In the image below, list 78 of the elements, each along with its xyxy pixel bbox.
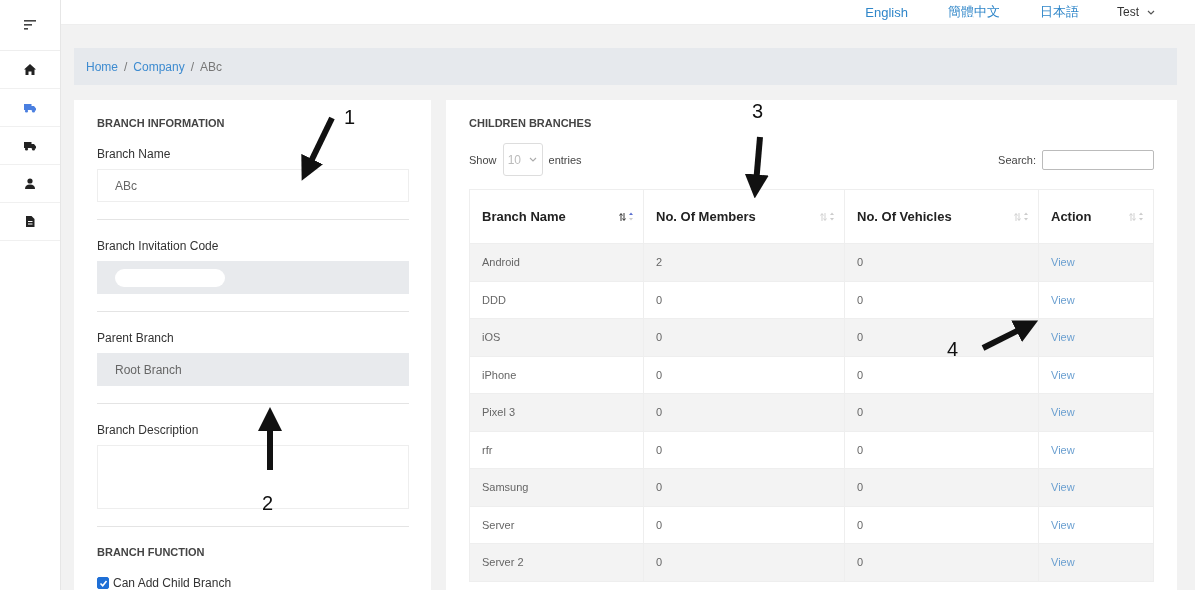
field-label: Branch Name [97, 147, 172, 161]
section-heading: CHILDREN BRANCHES [469, 117, 593, 129]
view-link[interactable]: View [1051, 518, 1075, 531]
table-cell: 0 [844, 506, 1039, 544]
callout-number: 2 [262, 492, 274, 515]
view-link[interactable]: View [1051, 443, 1075, 456]
table-cell: Server 2 [469, 543, 644, 581]
table-cell: DDD [469, 281, 644, 319]
field-label: Branch Description [97, 423, 200, 437]
table-cell: 0 [844, 468, 1039, 506]
language-link[interactable]: 簡體中文 [948, 3, 1000, 21]
column-header[interactable]: No. Of Vehicles [844, 189, 1039, 244]
language-link[interactable]: 日本語 [1040, 3, 1079, 21]
breadcrumb-link[interactable]: Home [86, 59, 118, 74]
view-link[interactable]: View [1051, 406, 1075, 419]
breadcrumb-link[interactable]: Company [133, 59, 185, 74]
view-link[interactable]: View [1051, 293, 1075, 306]
table-cell: 0 [643, 506, 845, 544]
truck-icon [24, 102, 36, 113]
table-cell: iPhone [469, 356, 644, 394]
document-icon [24, 216, 36, 227]
callout-number: 1 [344, 106, 356, 129]
table-cell: 2 [643, 243, 845, 281]
column-header[interactable]: Branch Name [469, 189, 644, 244]
table-cell: 0 [844, 243, 1039, 281]
table-cell: 0 [844, 393, 1039, 431]
breadcrumb-current: ABc [200, 59, 223, 74]
checkbox[interactable] [97, 577, 109, 589]
table-cell: 0 [643, 468, 845, 506]
search-field[interactable] [1042, 149, 1154, 170]
section-heading: BRANCH FUNCTION [97, 546, 206, 558]
table-cell: 0 [643, 393, 845, 431]
callout-arrow [258, 407, 282, 470]
field-label: Parent Branch [97, 331, 175, 345]
chevron-down-icon [529, 157, 538, 162]
column-header[interactable]: No. Of Members [643, 189, 845, 244]
table-cell: 0 [643, 356, 845, 394]
home-icon [24, 64, 36, 75]
breadcrumb-separator: / [190, 59, 195, 74]
callout-arrow [981, 320, 1039, 351]
user-menu[interactable]: Test [1117, 5, 1155, 19]
callout-arrow [301, 116, 335, 181]
table-cell: 0 [643, 431, 845, 469]
table-cell: Samsung [469, 468, 644, 506]
table-cell: 0 [643, 543, 845, 581]
entries-label: entries [548, 153, 582, 166]
input-field[interactable]: ABc [97, 169, 409, 202]
table-cell: 0 [844, 356, 1039, 394]
callout-arrow [744, 136, 769, 199]
chevron-down-icon [1147, 9, 1155, 15]
table-cell: 0 [844, 281, 1039, 319]
table-cell: rfr [469, 431, 644, 469]
menu-icon[interactable] [24, 20, 36, 30]
view-link[interactable]: View [1051, 368, 1075, 381]
table-cell: 0 [643, 281, 845, 319]
language-link[interactable]: English [865, 4, 908, 20]
field-label: Branch Invitation Code [97, 239, 220, 253]
view-link[interactable]: View [1051, 256, 1075, 269]
checkbox-label: Can Add Child Branch [113, 576, 232, 590]
show-label: Show [469, 153, 497, 166]
table-cell: Pixel 3 [469, 393, 644, 431]
person-icon [24, 178, 36, 189]
callout-number: 3 [752, 100, 764, 123]
table-cell: Android [469, 243, 644, 281]
table-cell: iOS [469, 318, 644, 356]
search-label: Search: [998, 153, 1036, 166]
view-link[interactable]: View [1051, 481, 1075, 494]
view-link[interactable]: View [1051, 331, 1075, 344]
column-header[interactable]: Action [1038, 189, 1154, 244]
table-cell: 0 [643, 318, 845, 356]
view-link[interactable]: View [1051, 556, 1075, 569]
table-cell: Server [469, 506, 644, 544]
description-field[interactable] [97, 445, 409, 509]
entries-select[interactable]: 10 [502, 143, 543, 176]
truck-icon [24, 140, 36, 151]
table-cell: 0 [844, 543, 1039, 581]
table-cell: 0 [844, 431, 1039, 469]
breadcrumb-separator: / [124, 59, 128, 74]
